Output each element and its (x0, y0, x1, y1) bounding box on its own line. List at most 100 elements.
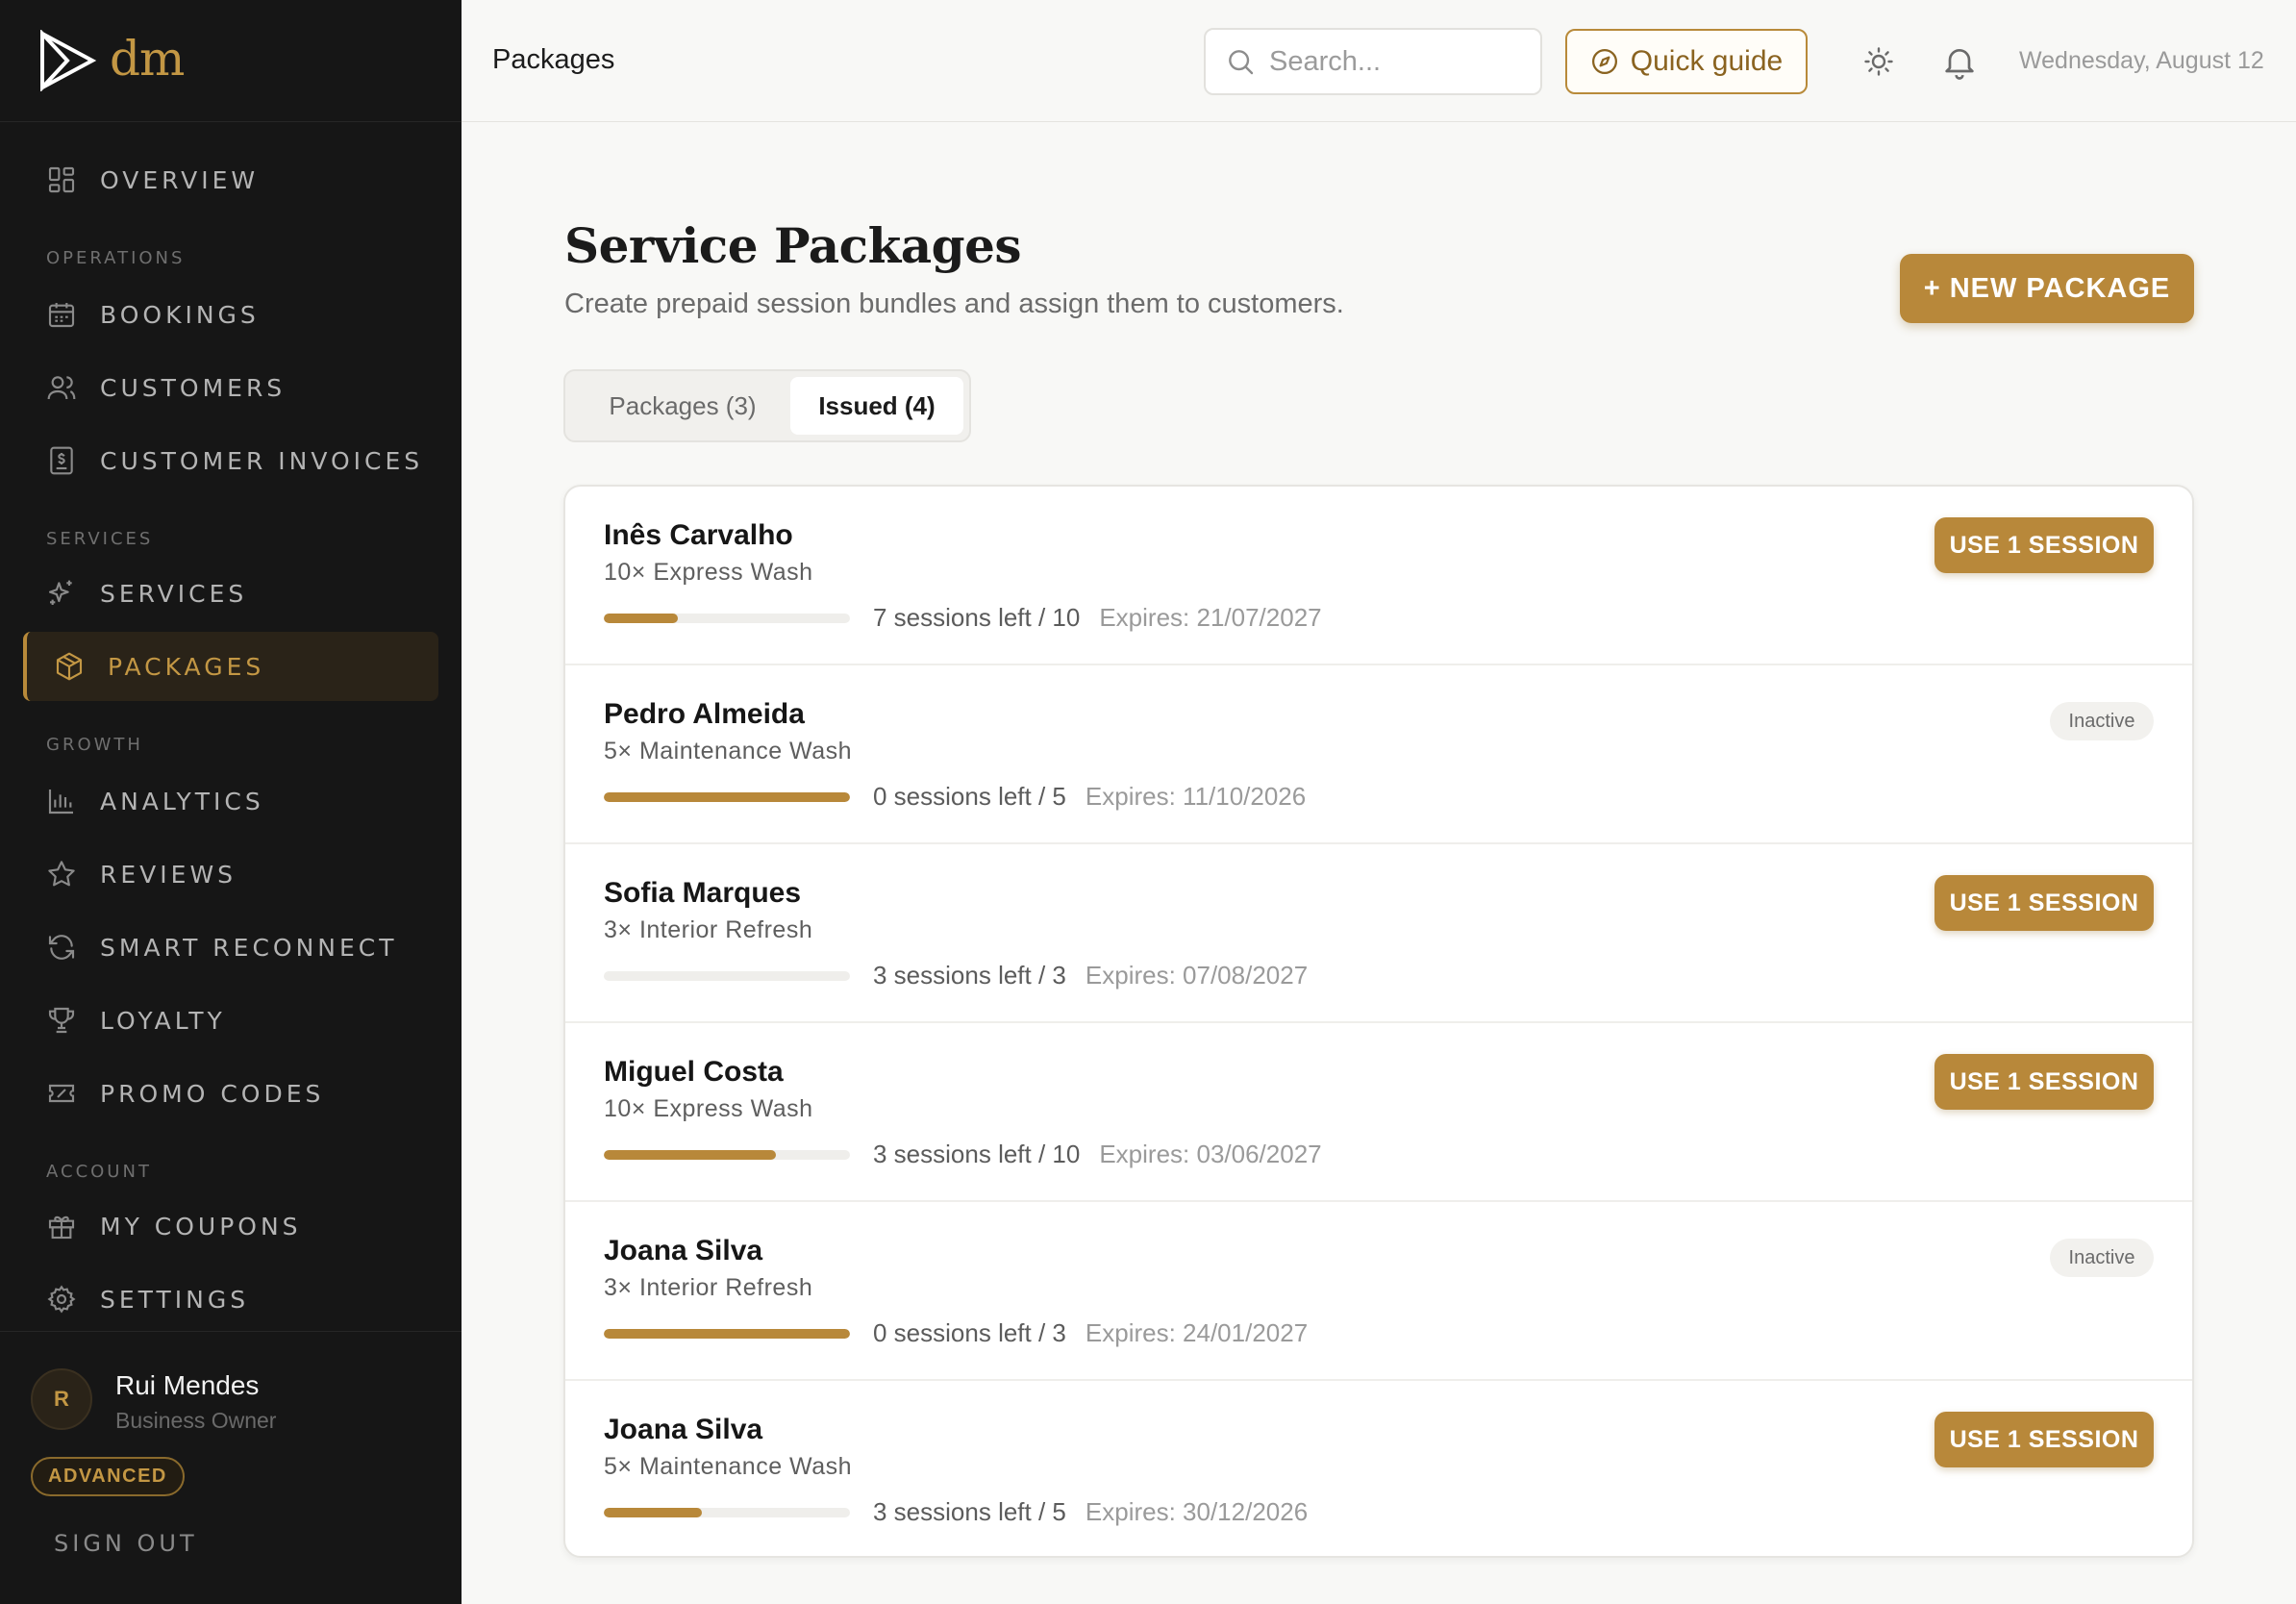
sidebar-item-analytics[interactable]: ANALYTICS (23, 766, 438, 836)
sessions-progress-fill (604, 792, 850, 802)
sign-out-button[interactable]: SIGN OUT (54, 1530, 198, 1557)
package-name: 3× Interior Refresh (604, 916, 813, 943)
tab-issued[interactable]: Issued (4) (790, 377, 963, 435)
avatar[interactable]: R (31, 1368, 92, 1430)
session-stats: 3 sessions left / 5 Expires: 30/12/2026 (873, 1497, 1308, 1527)
sidebar-item-packages[interactable]: PACKAGES (23, 632, 438, 701)
logo[interactable]: dm (0, 0, 462, 122)
sidebar-item-customers[interactable]: CUSTOMERS (23, 353, 438, 422)
status-badge: Inactive (2050, 1239, 2154, 1277)
use-session-button[interactable]: USE 1 SESSION (1934, 1412, 2154, 1467)
sidebar-item-label: LOYALTY (100, 1006, 226, 1035)
new-package-button[interactable]: + NEW PACKAGE (1900, 254, 2194, 323)
package-name: 10× Express Wash (604, 559, 813, 586)
section-growth: GROWTH (46, 735, 143, 755)
ticket-icon (48, 1084, 75, 1103)
customer-name: Inês Carvalho (604, 519, 793, 551)
sidebar-item-promo-codes[interactable]: PROMO CODES (23, 1059, 438, 1128)
sessions-progress-fill (604, 1329, 850, 1339)
grid-icon (48, 166, 75, 193)
expiry-date: Expires: 24/01/2027 (1085, 1318, 1309, 1347)
sidebar-item-customer-invoices[interactable]: CUSTOMER INVOICES (23, 426, 438, 495)
user-role: Business Owner (115, 1408, 277, 1433)
sidebar-item-label: ANALYTICS (100, 787, 264, 815)
customer-name: Pedro Almeida (604, 698, 805, 730)
sessions-progress-bar (604, 1150, 850, 1160)
tab-packages[interactable]: Packages (3) (573, 377, 792, 435)
sidebar-item-label: CUSTOMERS (100, 373, 287, 402)
expiry-date: Expires: 07/08/2027 (1085, 961, 1309, 990)
sidebar-item-reviews[interactable]: REVIEWS (23, 840, 438, 909)
sidebar-item-label: CUSTOMER INVOICES (100, 446, 424, 475)
trophy-icon (48, 1007, 75, 1034)
sidebar-item-my-coupons[interactable]: MY COUPONS (23, 1191, 438, 1261)
section-services: SERVICES (46, 529, 154, 549)
compass-icon (1591, 49, 1617, 74)
sidebar-item-bookings[interactable]: BOOKINGS (23, 280, 438, 349)
search-box[interactable] (1204, 28, 1542, 95)
list-item: Joana Silva 3× Interior Refresh 0 sessio… (565, 1202, 2192, 1381)
bell-icon[interactable] (1940, 42, 1979, 81)
sessions-left: 3 sessions left / 3 (873, 961, 1066, 990)
package-icon (56, 652, 83, 681)
sidebar-item-label: REVIEWS (100, 860, 237, 889)
sessions-progress-fill (604, 1508, 703, 1517)
calendar-icon (48, 303, 75, 328)
use-session-button[interactable]: USE 1 SESSION (1934, 875, 2154, 931)
sessions-progress-bar (604, 1508, 850, 1517)
expiry-date: Expires: 11/10/2026 (1085, 782, 1307, 811)
top-header: Packages Quick guide Wednesday, August 1… (462, 0, 2296, 122)
section-heading: Service Packages (564, 217, 1022, 274)
list-item: Sofia Marques 3× Interior Refresh 3 sess… (565, 844, 2192, 1023)
sessions-left: 3 sessions left / 5 (873, 1497, 1066, 1526)
use-session-button[interactable]: USE 1 SESSION (1934, 517, 2154, 573)
status-badge: Inactive (2050, 702, 2154, 740)
sidebar-item-label: MY COUPONS (100, 1212, 302, 1241)
theme-toggle-sun-icon[interactable] (1861, 44, 1896, 79)
use-session-button[interactable]: USE 1 SESSION (1934, 1054, 2154, 1110)
sessions-progress-fill (604, 1150, 777, 1160)
quick-guide-label: Quick guide (1630, 45, 1784, 77)
star-icon (48, 861, 75, 887)
logo-mark-icon (40, 30, 97, 91)
session-stats: 0 sessions left / 5 Expires: 11/10/2026 (873, 782, 1306, 812)
sidebar-item-settings[interactable]: SETTINGS (23, 1265, 438, 1334)
session-stats: 3 sessions left / 10 Expires: 03/06/2027 (873, 1140, 1322, 1169)
section-account: ACCOUNT (46, 1162, 152, 1182)
logo-text: dm (110, 31, 185, 87)
sidebar-item-label: SETTINGS (100, 1285, 250, 1314)
sidebar: dm OVERVIEW OPERATIONS BOOKINGS CUSTOMER… (0, 0, 462, 1604)
quick-guide-button[interactable]: Quick guide (1565, 29, 1808, 94)
sessions-progress-fill (604, 614, 678, 623)
list-item: Miguel Costa 10× Express Wash 3 sessions… (565, 1023, 2192, 1202)
sidebar-item-smart-reconnect[interactable]: SMART RECONNECT (23, 913, 438, 982)
sidebar-item-label: BOOKINGS (100, 300, 260, 329)
user-profile: R Rui Mendes Business Owner ADVANCED SIG… (0, 1331, 462, 1604)
section-subheading: Create prepaid session bundles and assig… (564, 288, 1344, 319)
package-name: 3× Interior Refresh (604, 1274, 813, 1301)
customer-name: Joana Silva (604, 1235, 763, 1266)
sidebar-item-label: SMART RECONNECT (100, 933, 398, 962)
sessions-progress-bar (604, 792, 850, 802)
sidebar-item-label: PACKAGES (108, 652, 265, 681)
sidebar-item-label: SERVICES (100, 579, 248, 608)
sessions-progress-bar (604, 614, 850, 623)
sessions-left: 0 sessions left / 3 (873, 1318, 1066, 1347)
sessions-left: 0 sessions left / 5 (873, 782, 1066, 811)
sidebar-item-overview[interactable]: OVERVIEW (23, 145, 438, 214)
sessions-left: 7 sessions left / 10 (873, 603, 1081, 632)
sidebar-item-services[interactable]: SERVICES (23, 559, 438, 628)
package-name: 5× Maintenance Wash (604, 1453, 853, 1480)
user-name: Rui Mendes (115, 1370, 260, 1400)
sessions-progress-bar (604, 971, 850, 981)
search-input[interactable] (1269, 45, 1519, 78)
package-tabs: Packages (3) Issued (4) (563, 369, 971, 442)
sidebar-item-loyalty[interactable]: LOYALTY (23, 986, 438, 1055)
list-item: Pedro Almeida 5× Maintenance Wash 0 sess… (565, 665, 2192, 844)
gear-icon (47, 1285, 76, 1314)
invoice-icon (50, 446, 73, 475)
plan-badge: ADVANCED (31, 1457, 185, 1496)
section-operations: OPERATIONS (46, 248, 186, 268)
expiry-date: Expires: 30/12/2026 (1085, 1497, 1309, 1526)
package-name: 5× Maintenance Wash (604, 738, 853, 764)
